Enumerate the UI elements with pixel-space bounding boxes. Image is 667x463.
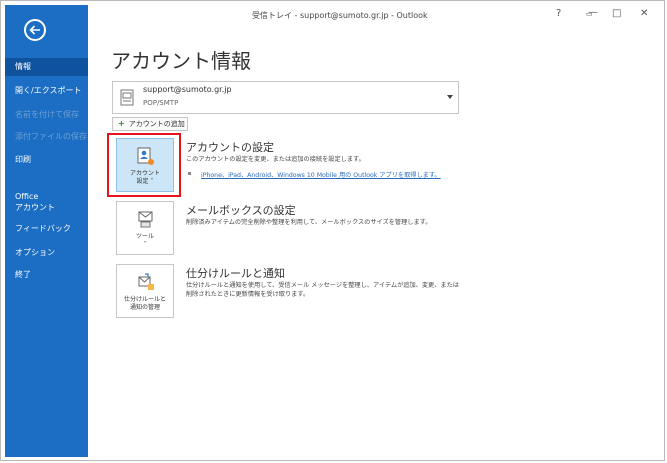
account-settings-button[interactable]: アカウント 設定 ˅	[116, 138, 174, 192]
rules-label-2: 通知の管理	[129, 304, 160, 311]
chevron-down-icon	[447, 95, 453, 99]
sidebar-item-info[interactable]: 情報	[5, 58, 88, 76]
sidebar-item-office-line2: アカウント	[15, 203, 55, 212]
tools-label: ツール	[135, 233, 154, 240]
rules-alerts-desc-2: 削除されたときに更新情報を受け取ります。	[186, 291, 310, 298]
title-bar: 受信トレイ - support@sumoto.gr.jp - Outlook ?…	[88, 5, 662, 25]
page-title: アカウント情報	[111, 49, 251, 73]
sidebar-item-print[interactable]: 印刷	[5, 154, 88, 165]
rules-alerts-button[interactable]: 仕分けルールと 通知の管理	[116, 264, 174, 318]
rules-label-1: 仕分けルールと	[123, 296, 166, 303]
mailbox-settings-desc: 削除済みアイテムの完全削除や整理を利用して、メールボックスのサイズを管理します。	[186, 219, 432, 226]
mailbox-settings-title: メールボックスの設定	[186, 204, 296, 217]
sidebar-item-save-as[interactable]: 名前を付けて保存	[5, 109, 88, 120]
account-icon	[120, 89, 134, 106]
close-button[interactable]: ✕	[640, 8, 648, 19]
account-settings-title: アカウントの設定	[186, 141, 274, 154]
bullet-icon	[188, 172, 191, 175]
back-button[interactable]	[24, 19, 46, 41]
account-selector[interactable]: support@sumoto.gr.jp POP/SMTP	[112, 81, 459, 114]
window-title: 受信トレイ - support@sumoto.gr.jp - Outlook	[252, 11, 428, 20]
account-settings-label-1: アカウント	[129, 170, 160, 177]
outlook-window: 情報 開く/エクスポート 名前を付けて保存 添付ファイルの保存 印刷 Offic…	[0, 0, 665, 461]
backstage-content: アカウント情報 support@sumoto.gr.jp POP/SMTP + ア…	[88, 25, 662, 456]
account-type: POP/SMTP	[143, 99, 179, 107]
sidebar-item-feedback[interactable]: フィードバック	[5, 223, 88, 234]
back-arrow-icon	[29, 25, 40, 35]
plus-icon: +	[118, 119, 125, 128]
add-account-button[interactable]: + アカウントの追加	[112, 117, 188, 131]
restore-button[interactable]: □	[612, 8, 621, 19]
backstage-sidebar: 情報 開く/エクスポート 名前を付けて保存 添付ファイルの保存 印刷 Offic…	[5, 5, 88, 457]
rules-alerts-desc-1: 仕分けルールと通知を使用して、受信メール メッセージを整理し、アイテムが追加、変…	[186, 282, 459, 289]
account-settings-icon	[137, 147, 154, 165]
help-button[interactable]: ?	[556, 8, 561, 19]
minimize-button[interactable]: —	[588, 7, 598, 18]
account-settings-label-2: 設定 ˅	[136, 178, 154, 185]
account-email: support@sumoto.gr.jp	[143, 85, 232, 94]
sidebar-item-save-attachments[interactable]: 添付ファイルの保存	[5, 131, 88, 142]
add-account-label: アカウントの追加	[128, 120, 185, 128]
sidebar-item-office-account[interactable]: Office アカウント	[5, 191, 88, 213]
tools-chevron: ˅	[143, 241, 147, 248]
sidebar-item-open-export[interactable]: 開く/エクスポート	[5, 85, 88, 96]
sidebar-item-exit[interactable]: 終了	[5, 269, 88, 280]
sidebar-item-office-line1: Office	[15, 192, 39, 201]
outlook-app-link[interactable]: iPhone、iPad、Android、Windows 10 Mobile 用の…	[201, 170, 441, 179]
tools-button[interactable]: ツール ˅	[116, 201, 174, 255]
rules-icon	[138, 273, 154, 290]
tools-icon	[138, 211, 153, 228]
account-settings-desc: このアカウントの設定を変更、または追加の接続を設定します。	[186, 156, 365, 163]
rules-alerts-title: 仕分けルールと通知	[186, 267, 285, 280]
sidebar-item-options[interactable]: オプション	[5, 247, 88, 258]
